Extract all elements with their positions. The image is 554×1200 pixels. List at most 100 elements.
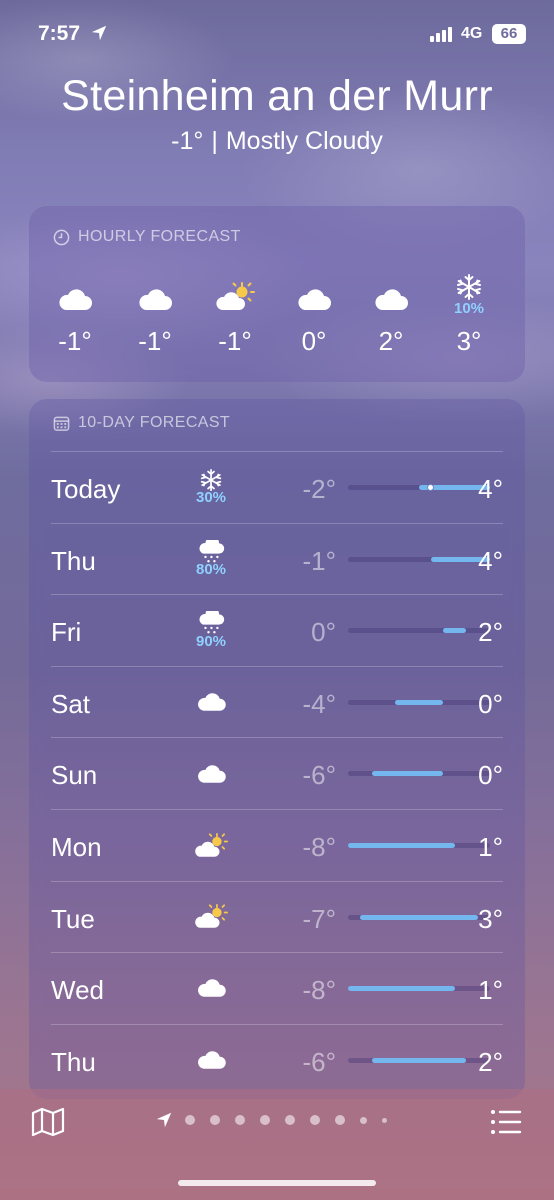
temp-range-bar	[371, 771, 443, 777]
high-temp: 3°	[478, 903, 503, 934]
hourly-item: -1°	[115, 262, 195, 362]
hourly-temp: 3°	[456, 326, 482, 356]
current-location-arrow-icon	[156, 1112, 172, 1128]
map-icon[interactable]	[30, 1106, 66, 1138]
temp-range-track	[348, 771, 490, 777]
temp-range-track	[348, 1057, 490, 1063]
day-label: Wed	[51, 975, 104, 1006]
day-row[interactable]: Today 30% -2° 4°	[51, 451, 503, 522]
day-row[interactable]: Thu -6° 2°	[51, 1023, 503, 1095]
hourly-item: -1°	[195, 262, 275, 362]
low-temp: -8°	[302, 975, 336, 1006]
snowflake-icon: 30%	[176, 452, 246, 523]
hourly-temp: -1°	[58, 326, 92, 356]
day-label: Sat	[51, 688, 91, 719]
high-temp: 2°	[478, 1046, 503, 1077]
day-row[interactable]: Fri 90% 0° 2°	[51, 594, 503, 665]
city-name: Steinheim an der Murr	[61, 72, 493, 120]
partly-sunny-icon	[195, 278, 275, 312]
temp-range-bar	[395, 699, 443, 705]
day-label: Today	[51, 474, 121, 504]
day-row[interactable]: Sat -4° 0°	[51, 665, 503, 738]
location-arrow-icon	[91, 25, 107, 41]
day-row[interactable]: Tue -7° 3°	[51, 880, 503, 952]
hourly-temp: 2°	[378, 326, 404, 356]
current-temp: -1°	[171, 127, 204, 155]
page-dot	[185, 1115, 195, 1125]
high-temp: 0°	[478, 688, 503, 719]
temp-range-bar	[359, 914, 479, 920]
high-temp: 0°	[478, 760, 503, 791]
low-temp: -2°	[302, 474, 336, 504]
hourly-temp: 0°	[301, 326, 327, 356]
cloud-icon	[176, 738, 246, 809]
high-temp: 4°	[478, 474, 503, 504]
temp-range-track	[348, 843, 490, 848]
hourly-forecast-title: HOURLY FORECAST	[53, 228, 241, 246]
bottom-toolbar	[0, 1089, 554, 1200]
precip-chance: 90%	[195, 633, 227, 651]
cloud-icon	[351, 278, 431, 312]
temp-range-bar	[442, 628, 467, 634]
hourly-item: 0°	[274, 262, 354, 362]
ten-day-forecast-card[interactable]: 10-DAY FORECAST Today 30% -2° 4° Thu 80%…	[29, 399, 525, 1099]
current-conditions: -1° | Mostly Cloudy	[0, 124, 554, 158]
day-label: Thu	[51, 545, 96, 576]
current-condition: Mostly Cloudy	[225, 127, 383, 155]
temp-range-track	[348, 628, 490, 634]
rain-icon: 80%	[176, 524, 246, 595]
network-type: 4G	[461, 25, 483, 42]
day-label: Sun	[51, 760, 98, 791]
page-dot	[382, 1117, 387, 1123]
location-header: Steinheim an der Murr -1° | Mostly Cloudy	[0, 70, 554, 158]
low-temp: -6°	[302, 1046, 336, 1077]
low-temp: -4°	[302, 688, 336, 719]
cloud-icon	[176, 667, 246, 738]
day-row[interactable]: Wed -8° 1°	[51, 952, 503, 1023]
temp-range-bar	[348, 986, 455, 992]
precip-chance: 30%	[195, 489, 227, 507]
temp-range-track	[348, 914, 490, 920]
high-temp: 2°	[478, 617, 503, 648]
low-temp: -7°	[302, 903, 336, 934]
temp-range-track	[348, 986, 490, 992]
temp-range-track	[348, 556, 490, 562]
cloud-icon	[115, 278, 195, 312]
location-page-indicator[interactable]	[155, 1111, 402, 1129]
cell-signal-icon	[430, 26, 452, 42]
snowflake-icon	[429, 266, 509, 300]
day-label: Tue	[51, 903, 95, 934]
low-temp: -1°	[302, 545, 336, 576]
hourly-item: -1°	[35, 262, 115, 362]
status-bar: 7:57 4G 66	[0, 0, 554, 70]
temp-range-bar	[371, 1057, 467, 1063]
precip-chance: 10%	[453, 300, 485, 317]
temp-range-bar	[348, 843, 455, 848]
low-temp: 0°	[311, 617, 336, 648]
cloud-icon	[35, 278, 115, 312]
low-temp: -8°	[302, 832, 336, 862]
hourly-temp: -1°	[218, 326, 252, 356]
clock-icon	[53, 229, 70, 245]
status-time: 7:57	[38, 22, 81, 45]
high-temp: 1°	[478, 975, 503, 1006]
temp-range-track	[348, 484, 490, 491]
partly-sunny-icon	[176, 810, 246, 881]
page-dot	[335, 1115, 345, 1125]
temp-range-track	[348, 699, 490, 705]
battery-icon: 66	[492, 24, 526, 44]
home-indicator[interactable]	[178, 1180, 376, 1186]
day-row[interactable]: Sun -6° 0°	[51, 737, 503, 808]
high-temp: 1°	[478, 832, 503, 862]
ten-day-forecast-title: 10-DAY FORECAST	[53, 414, 230, 432]
hourly-item: 10% 3°	[429, 262, 509, 362]
page-dot	[235, 1115, 245, 1125]
day-row[interactable]: Thu 80% -1° 4°	[51, 522, 503, 595]
list-icon[interactable]	[488, 1106, 524, 1138]
hourly-item: 2°	[351, 262, 431, 362]
day-label: Fri	[51, 617, 82, 648]
cloud-icon	[274, 278, 354, 312]
high-temp: 4°	[478, 545, 503, 576]
day-row[interactable]: Mon -8° 1°	[51, 809, 503, 880]
page-dot	[210, 1115, 220, 1125]
